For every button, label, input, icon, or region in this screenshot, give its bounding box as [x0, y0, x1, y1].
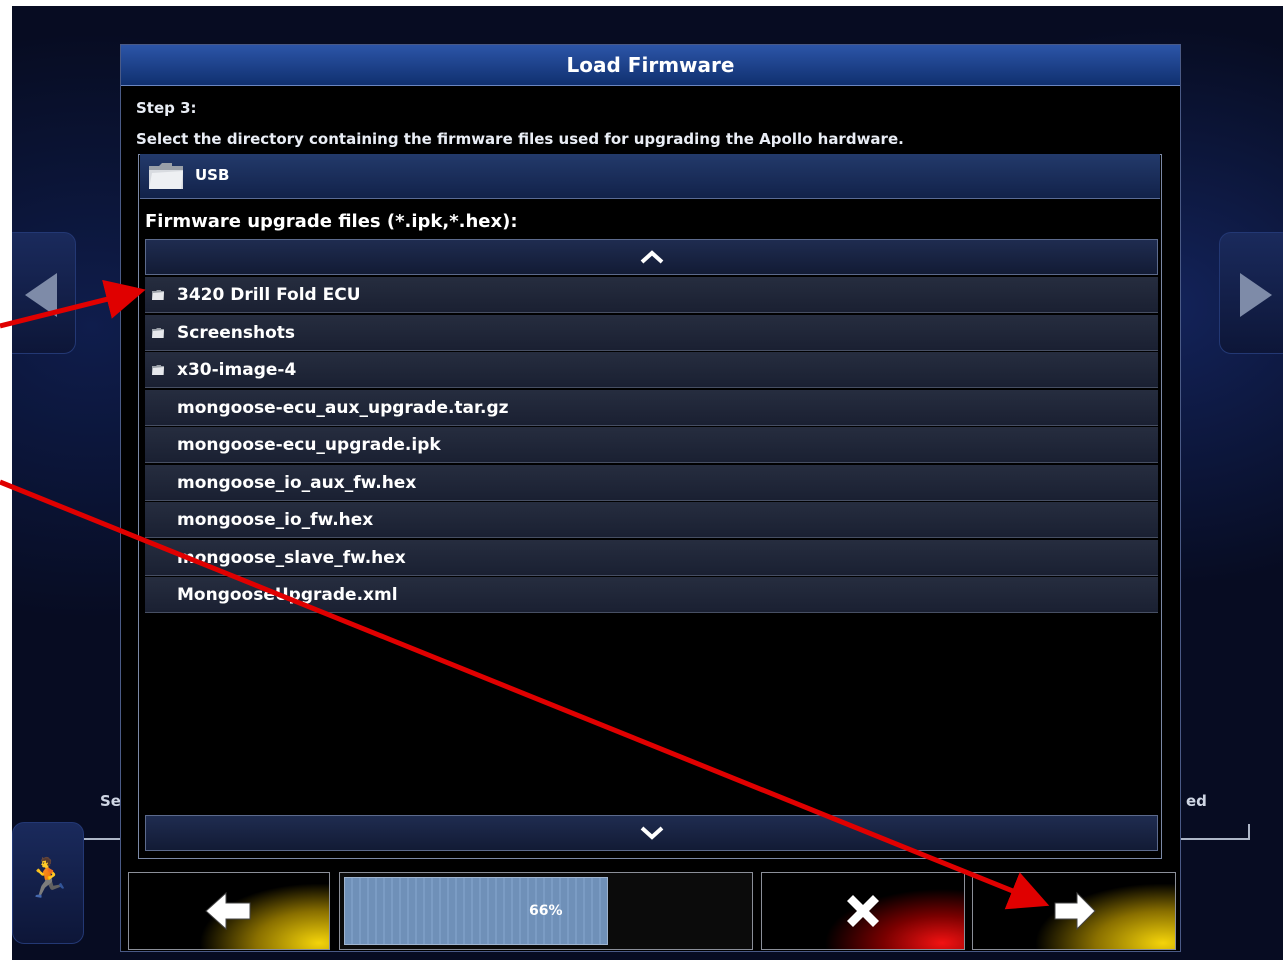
previous-page-button[interactable]: [12, 232, 76, 354]
right-arrow-icon: [1240, 273, 1272, 317]
progress-text: 66%: [529, 903, 563, 919]
cancel-button[interactable]: [761, 872, 965, 950]
file-list-item[interactable]: 3420 Drill Fold ECU: [145, 277, 1158, 313]
file-name: x30-image-4: [177, 360, 297, 380]
file-name: 3420 Drill Fold ECU: [177, 285, 361, 305]
running-man-icon: 🏃: [24, 856, 72, 900]
scroll-down-button[interactable]: [145, 815, 1158, 851]
file-list-item[interactable]: Screenshots: [145, 314, 1158, 351]
file-name: mongoose-ecu_upgrade.ipk: [177, 435, 441, 455]
progress-fill: [344, 877, 608, 945]
file-name: mongoose_io_aux_fw.hex: [177, 472, 417, 493]
folder-icon: [152, 327, 164, 338]
next-button[interactable]: [972, 872, 1176, 950]
instruction-text: Select the directory containing the firm…: [136, 130, 904, 148]
file-name: Screenshots: [177, 322, 296, 343]
chevron-down-icon: [640, 826, 663, 840]
current-directory[interactable]: USB: [140, 154, 1160, 199]
file-name: mongoose_slave_fw.hex: [177, 547, 406, 568]
folder-icon: [149, 163, 183, 189]
file-list-item[interactable]: x30-image-4: [145, 352, 1158, 388]
file-list-item[interactable]: mongoose-ecu_aux_upgrade.tar.gz: [145, 389, 1158, 426]
dialog-title: Load Firmware: [121, 45, 1180, 86]
file-name: MongooseUpgrade.xml: [177, 585, 398, 605]
files-label: Firmware upgrade files (*.ipk,*.hex):: [145, 211, 518, 232]
file-list-item[interactable]: mongoose-ecu_upgrade.ipk: [145, 427, 1158, 463]
file-list-item[interactable]: mongoose_io_fw.hex: [145, 502, 1158, 538]
back-button[interactable]: [128, 872, 330, 950]
file-list-item[interactable]: mongoose_io_aux_fw.hex: [145, 464, 1158, 501]
left-arrow-icon: [25, 273, 57, 317]
running-man-button[interactable]: 🏃: [12, 822, 84, 944]
file-name: mongoose-ecu_aux_upgrade.tar.gz: [177, 397, 509, 418]
file-list-item[interactable]: MongooseUpgrade.xml: [145, 577, 1158, 613]
folder-icon: [152, 365, 164, 375]
arrow-right-icon: [1054, 891, 1096, 931]
background-bracket-right: [1172, 824, 1250, 840]
background-label-right: ed: [1186, 792, 1207, 810]
folder-icon: [152, 290, 164, 300]
progress-bar: 66%: [339, 872, 753, 950]
scroll-up-button[interactable]: [145, 239, 1158, 275]
chevron-up-icon: [640, 250, 663, 264]
close-icon: [847, 895, 879, 927]
next-page-button[interactable]: [1219, 232, 1283, 354]
step-label: Step 3:: [136, 99, 197, 117]
file-list-item[interactable]: mongoose_slave_fw.hex: [145, 539, 1158, 576]
background-label-left: Se: [100, 792, 121, 810]
load-firmware-dialog: Load Firmware Step 3: Select the directo…: [120, 44, 1181, 952]
directory-name: USB: [195, 166, 230, 184]
file-list: 3420 Drill Fold ECU Screenshots x30-image-…: [145, 277, 1158, 615]
file-name: mongoose_io_fw.hex: [177, 510, 374, 530]
arrow-left-icon: [205, 891, 251, 931]
